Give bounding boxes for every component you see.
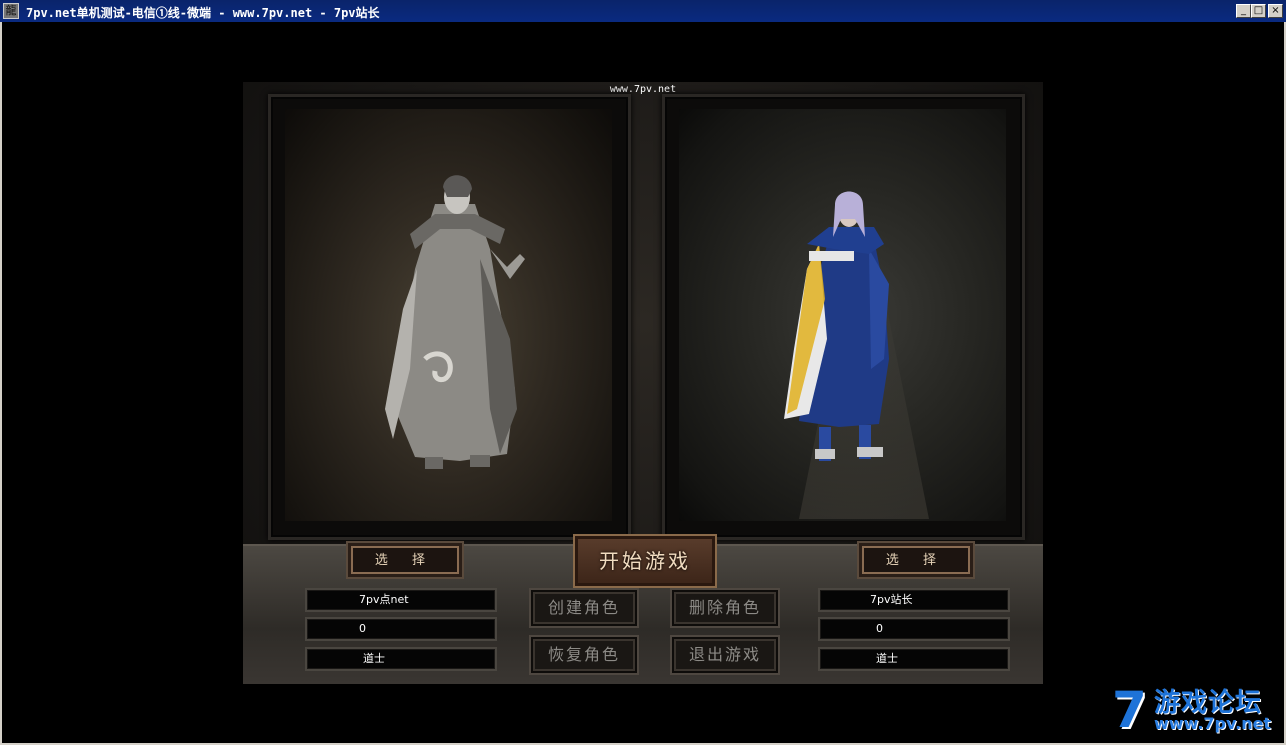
left-character-name: 7pv点net xyxy=(305,588,497,612)
restore-character-button[interactable]: 恢复角色 xyxy=(529,635,639,675)
left-character-level: 0 xyxy=(305,617,497,641)
right-character-frame[interactable] xyxy=(662,94,1025,540)
character-select-panel: www.7pv.net 选 择 开始游戏 选 择 7pv点net 0 道士 7p… xyxy=(243,82,1043,684)
select-right-button[interactable]: 选 择 xyxy=(857,541,975,579)
right-character-name: 7pv站长 xyxy=(818,588,1010,612)
left-character-portrait[interactable] xyxy=(285,109,612,521)
delete-character-button[interactable]: 删除角色 xyxy=(670,588,780,628)
window-title: 7pv.net单机测试-电信①线-微端 - www.7pv.net - 7pv站… xyxy=(26,6,380,20)
right-character-portrait[interactable] xyxy=(679,109,1006,521)
watermark-logo-number: 7 xyxy=(1112,681,1147,739)
watermark-url: www.7pv.net xyxy=(1154,714,1272,733)
maximize-button[interactable]: □ xyxy=(1251,4,1266,18)
exit-game-button[interactable]: 退出游戏 xyxy=(670,635,780,675)
left-character-frame[interactable] xyxy=(268,94,631,540)
close-button[interactable]: × xyxy=(1268,4,1283,18)
site-watermark: 7 游戏论坛 www.7pv.net xyxy=(1112,680,1282,740)
right-character-level: 0 xyxy=(818,617,1010,641)
select-left-button[interactable]: 选 择 xyxy=(346,541,464,579)
create-character-button[interactable]: 创建角色 xyxy=(529,588,639,628)
start-game-button[interactable]: 开始游戏 xyxy=(573,534,717,588)
right-character-job: 道士 xyxy=(818,647,1010,671)
app-icon[interactable]: 龍 xyxy=(3,3,19,19)
window-titlebar[interactable]: 龍 7pv.net单机测试-电信①线-微端 - www.7pv.net - 7p… xyxy=(0,0,1286,22)
minimize-button[interactable]: _ xyxy=(1236,4,1251,18)
left-character-job: 道士 xyxy=(305,647,497,671)
